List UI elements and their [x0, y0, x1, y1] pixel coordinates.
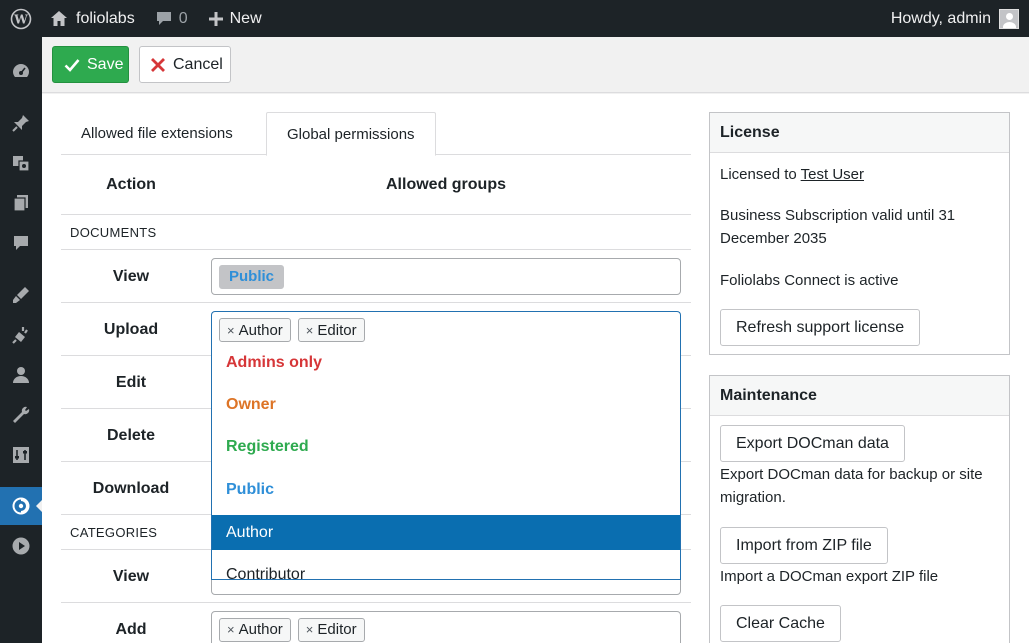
site-name-link[interactable]: foliolabs	[42, 0, 145, 37]
subscription-text: Business Subscription valid until 31 Dec…	[720, 207, 956, 247]
import-description: Import a DOCman export ZIP file	[720, 568, 939, 585]
group-chip[interactable]: × Author	[219, 617, 291, 642]
play-icon[interactable]	[0, 527, 42, 565]
appearance-icon[interactable]	[0, 276, 42, 314]
license-box: License Licensed to Test User Business S…	[709, 112, 1010, 355]
remove-chip-icon[interactable]: ×	[306, 323, 314, 338]
new-label: New	[229, 9, 262, 27]
new-content-link[interactable]: New	[198, 0, 272, 37]
comments-icon[interactable]	[0, 224, 42, 262]
table-header: Action Allowed groups	[61, 155, 691, 215]
dropdown-option-admins-only[interactable]: Admins only	[212, 345, 680, 380]
import-zip-button[interactable]: Import from ZIP file	[720, 527, 888, 564]
refresh-support-license-button[interactable]: Refresh support license	[720, 309, 921, 346]
avatar	[999, 8, 1019, 29]
cancel-button[interactable]: Cancel	[139, 46, 231, 83]
save-label: Save	[87, 55, 124, 73]
maintenance-title: Maintenance	[710, 376, 1009, 416]
export-docman-data-button[interactable]: Export DOCman data	[720, 425, 905, 462]
admin-side-menu	[0, 37, 42, 643]
remove-chip-icon[interactable]: ×	[227, 323, 235, 338]
row-label: Add	[115, 620, 147, 638]
user-account-menu[interactable]: Howdy, admin	[881, 0, 1029, 37]
group-chip[interactable]: × Editor	[297, 318, 365, 342]
tools-icon[interactable]	[0, 396, 42, 434]
chip-label: Author	[238, 621, 283, 638]
howdy-label: Howdy, admin	[890, 9, 991, 27]
docman-icon[interactable]	[0, 487, 42, 525]
row-label: View	[112, 567, 150, 585]
chip-label: Editor	[317, 321, 357, 339]
row-label: Edit	[115, 373, 147, 391]
checkmark-icon	[64, 58, 80, 72]
dropdown-option-registered[interactable]: Registered	[212, 429, 680, 464]
chip-label: Editor	[317, 621, 357, 638]
row-label: Delete	[106, 426, 156, 444]
groups-select-documents-view[interactable]: Public	[211, 258, 681, 295]
maintenance-box: Maintenance Export DOCman data Export DO…	[709, 375, 1010, 643]
plus-icon	[208, 11, 223, 26]
row-label: Download	[92, 479, 170, 497]
pin-icon[interactable]	[0, 104, 42, 142]
remove-chip-icon[interactable]: ×	[227, 622, 235, 637]
tab-global-permissions[interactable]: Global permissions	[266, 112, 436, 156]
chip-label: Author	[238, 321, 283, 339]
action-toolbar: Save Cancel	[42, 37, 1029, 93]
row-label: View	[112, 267, 150, 285]
licensed-to-prefix: Licensed to	[720, 166, 797, 183]
svg-text:W: W	[13, 12, 28, 26]
licensed-to-text: Licensed to Test User	[720, 163, 1000, 186]
admin-bar: W foliolabs 0 New Howdy, admin	[0, 0, 1029, 37]
group-chip[interactable]: × Author	[219, 318, 291, 342]
table-row: View Public	[61, 250, 691, 303]
dropdown-option-contributor[interactable]: Contributor	[212, 557, 680, 580]
row-label: Upload	[103, 320, 159, 338]
section-documents: DOCUMENTS	[61, 215, 691, 250]
site-name-label: foliolabs	[76, 9, 135, 27]
home-icon	[51, 11, 67, 26]
comment-bubble-icon	[156, 12, 171, 25]
media-icon[interactable]	[0, 144, 42, 182]
users-icon[interactable]	[0, 356, 42, 394]
connect-status-text: Foliolabs Connect is active	[720, 272, 899, 289]
tab-allowed-file-extensions[interactable]: Allowed file extensions	[61, 112, 253, 155]
groups-select-documents-upload[interactable]: × Author × Editor	[211, 311, 681, 348]
group-chip[interactable]: × Editor	[297, 617, 365, 642]
wordpress-logo-icon[interactable]: W	[0, 0, 42, 37]
save-button[interactable]: Save	[52, 46, 129, 83]
dropdown-option-public[interactable]: Public	[212, 472, 680, 507]
dropdown-option-author[interactable]: Author	[212, 515, 680, 550]
dropdown-option-owner[interactable]: Owner	[212, 387, 680, 422]
settings-icon[interactable]	[0, 436, 42, 474]
comments-link[interactable]: 0	[145, 0, 198, 37]
dashboard-icon[interactable]	[0, 52, 42, 90]
pages-icon[interactable]	[0, 184, 42, 222]
settings-tabs: Allowed file extensions Global permissio…	[61, 112, 691, 156]
export-description: Export DOCman data for backup or site mi…	[720, 466, 983, 506]
column-header-action: Action	[106, 176, 156, 193]
clear-cache-button[interactable]: Clear Cache	[720, 605, 841, 642]
table-row: Add × Author × Editor	[61, 603, 691, 643]
close-icon	[151, 57, 165, 72]
licensed-user-link[interactable]: Test User	[801, 166, 864, 183]
comments-count: 0	[178, 9, 188, 27]
groups-dropdown-list: Admins only Owner Registered Public Auth…	[211, 345, 681, 580]
group-chip[interactable]: Public	[219, 264, 285, 289]
main-content: Allowed file extensions Global permissio…	[42, 94, 1029, 643]
cancel-label: Cancel	[173, 55, 223, 73]
column-header-allowed-groups: Allowed groups	[386, 176, 506, 193]
remove-chip-icon[interactable]: ×	[306, 622, 314, 637]
license-title: License	[710, 113, 1009, 153]
plugins-icon[interactable]	[0, 316, 42, 354]
groups-select-categories-add[interactable]: × Author × Editor	[211, 611, 681, 643]
